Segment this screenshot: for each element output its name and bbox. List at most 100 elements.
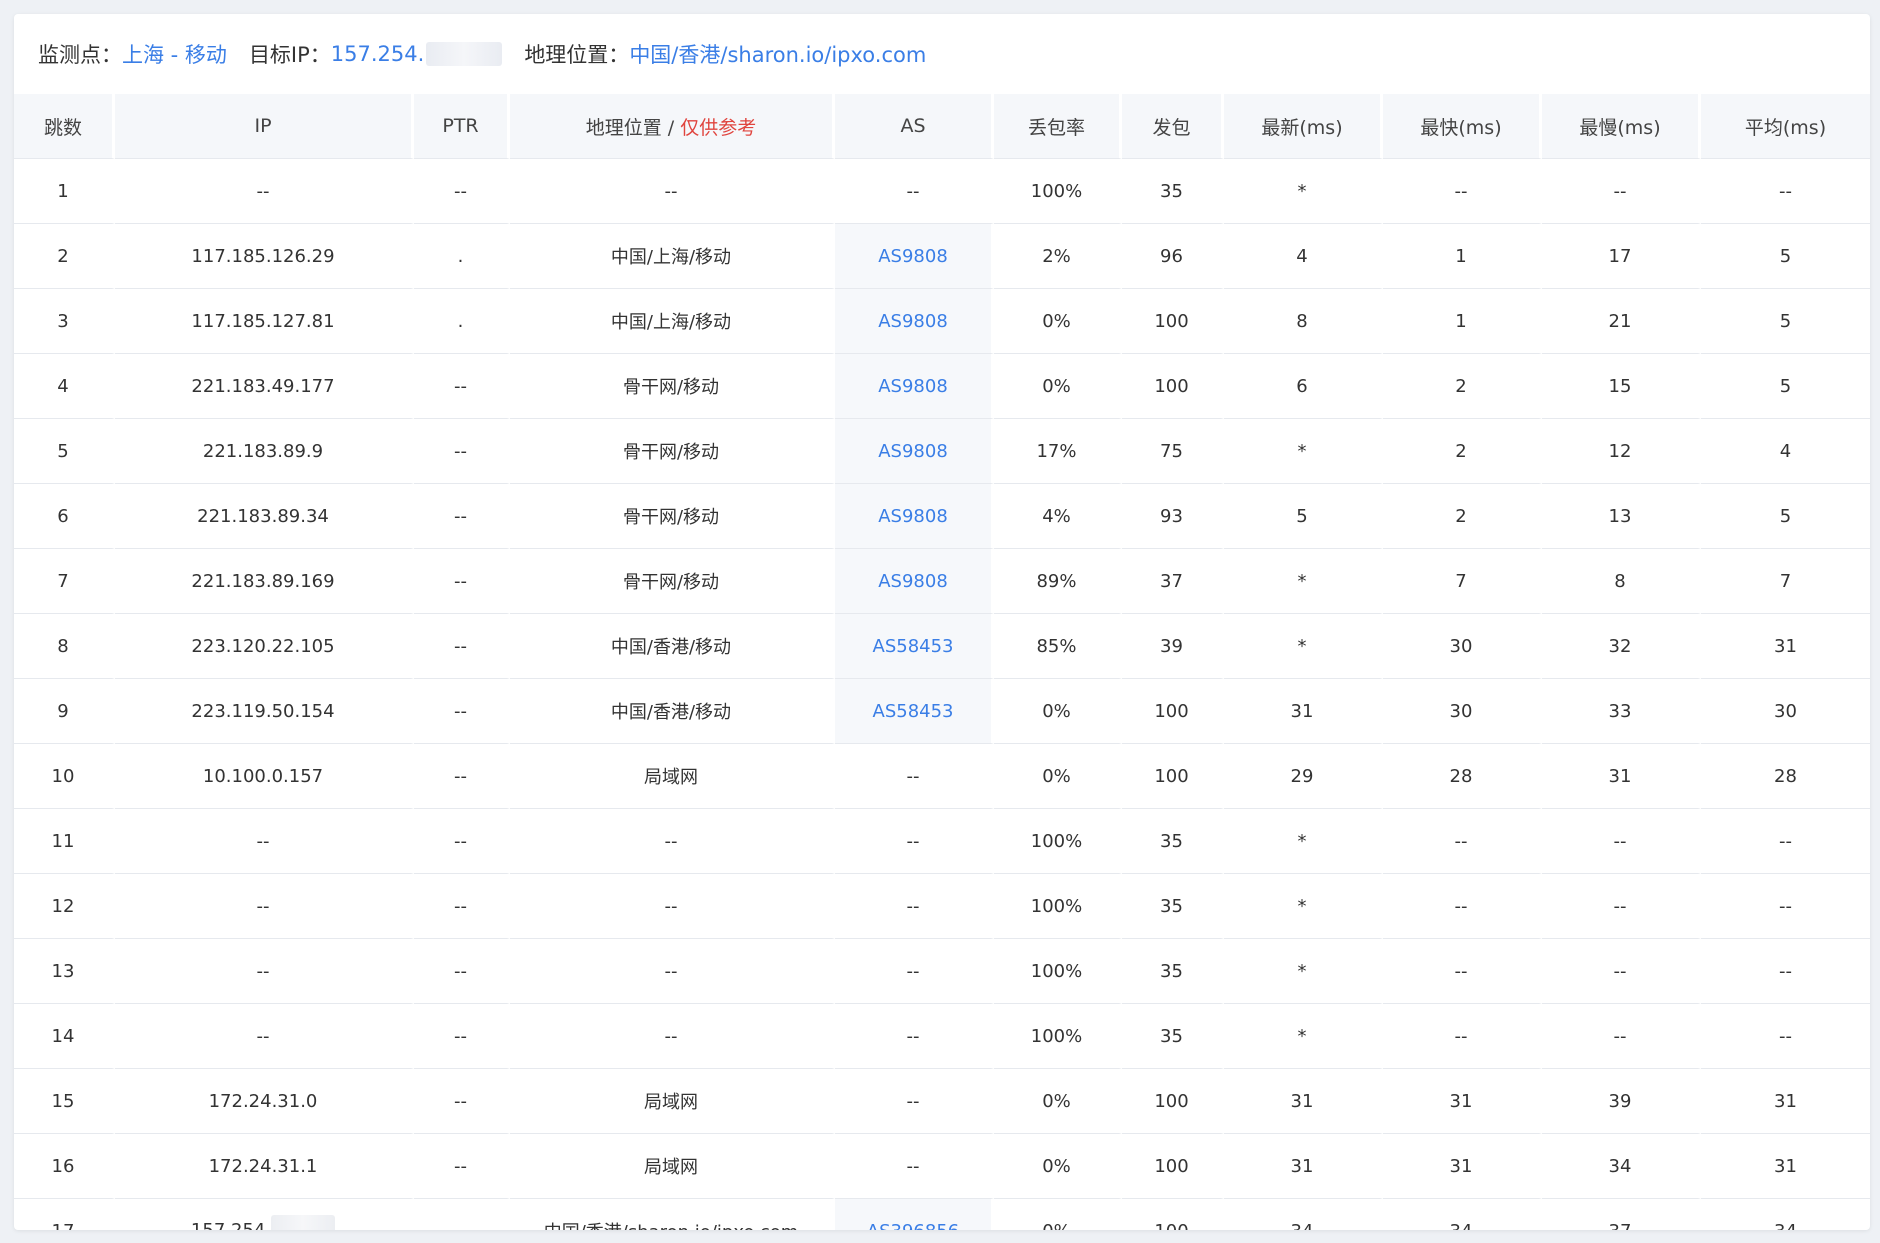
cell-as-text: --	[906, 830, 920, 852]
cell-geo-text: --	[664, 1025, 678, 1047]
cell-ptr: --	[414, 808, 510, 873]
cell-hop: 3	[14, 288, 115, 353]
cell-ptr-text: --	[454, 960, 467, 982]
col-sent: 发包	[1122, 94, 1224, 158]
cell-loss-text: 4%	[1042, 505, 1071, 527]
cell-ptr: --	[414, 1133, 510, 1198]
cell-as-text[interactable]: AS9808	[878, 441, 948, 462]
cell-loss: 17%	[994, 418, 1122, 483]
cell-ptr-text: .	[457, 310, 464, 332]
cell-as-text[interactable]: AS396856	[867, 1221, 959, 1231]
cell-as[interactable]: AS9808	[835, 353, 994, 418]
cell-avg: 31	[1701, 1068, 1870, 1133]
cell-ptr: --	[414, 873, 510, 938]
cell-hop: 7	[14, 548, 115, 613]
cell-avg: 28	[1701, 743, 1870, 808]
cell-ip: --	[115, 808, 414, 873]
cell-ptr: .	[414, 288, 510, 353]
cell-geo: --	[510, 808, 835, 873]
cell-avg-text: 5	[1779, 505, 1792, 527]
cell-geo-text: --	[664, 180, 678, 202]
cell-last-text: *	[1297, 180, 1307, 202]
cell-sent-text: 100	[1154, 1221, 1188, 1231]
cell-ptr-text: --	[454, 375, 467, 397]
cell-as[interactable]: AS9808	[835, 548, 994, 613]
cell-sent: 96	[1122, 223, 1224, 288]
geo-value-link[interactable]: 中国/香港/sharon.io/ipxo.com	[629, 39, 926, 69]
cell-as-text[interactable]: AS9808	[878, 506, 948, 527]
cell-worst-text: 13	[1608, 505, 1632, 527]
cell-avg: --	[1701, 938, 1870, 1003]
cell-ip: 221.183.89.34	[115, 483, 414, 548]
cell-hop-text: 10	[51, 765, 75, 787]
cell-geo: 中国/香港/移动	[510, 613, 835, 678]
cell-ip: 223.119.50.154	[115, 678, 414, 743]
redacted-ip-mask	[426, 42, 503, 66]
table-row: 13 -- -- -- -- 100% 35 * -- -- --	[14, 938, 1870, 1003]
cell-sent: 100	[1122, 678, 1224, 743]
cell-worst-text: 21	[1608, 310, 1632, 332]
cell-ptr-text: --	[454, 1090, 467, 1112]
cell-sent-text: 39	[1160, 635, 1183, 657]
cell-geo: 骨干网/移动	[510, 353, 835, 418]
cell-ip: 221.183.89.9	[115, 418, 414, 483]
col-geo-label: 地理位置 /	[585, 116, 681, 139]
cell-sent: 35	[1122, 938, 1224, 1003]
cell-hop-text: 9	[57, 700, 69, 722]
cell-geo-text: 骨干网/移动	[622, 442, 720, 463]
redacted-ip-mask	[271, 1215, 336, 1230]
cell-ip-text: 117.185.127.81	[191, 310, 335, 332]
cell-as-text[interactable]: AS9808	[878, 246, 948, 267]
cell-as-text[interactable]: AS9808	[878, 311, 948, 332]
table-row: 12 -- -- -- -- 100% 35 * -- -- --	[14, 873, 1870, 938]
cell-avg-text: --	[1779, 1025, 1792, 1047]
monitor-value-link[interactable]: 上海 - 移动	[122, 39, 227, 69]
cell-as-text[interactable]: AS58453	[873, 701, 954, 722]
cell-geo-text: --	[664, 960, 678, 982]
cell-as[interactable]: AS9808	[835, 418, 994, 483]
cell-avg: 30	[1701, 678, 1870, 743]
cell-loss: 85%	[994, 613, 1122, 678]
cell-best-text: 31	[1449, 1090, 1473, 1112]
cell-hop-text: 7	[57, 570, 69, 592]
cell-avg-text: 31	[1774, 1090, 1797, 1112]
cell-ip-text: 157.254.	[191, 1220, 271, 1230]
cell-worst-text: --	[1613, 830, 1627, 852]
cell-last: 34	[1224, 1198, 1383, 1230]
cell-ip-text: 223.119.50.154	[191, 700, 335, 722]
cell-geo: 骨干网/移动	[510, 483, 835, 548]
cell-loss: 0%	[994, 743, 1122, 808]
cell-as-text[interactable]: AS9808	[878, 571, 948, 592]
cell-hop: 12	[14, 873, 115, 938]
cell-loss: 100%	[994, 158, 1122, 223]
cell-as[interactable]: AS9808	[835, 288, 994, 353]
cell-as: --	[835, 873, 994, 938]
cell-best: --	[1383, 1003, 1542, 1068]
cell-ip-text: --	[256, 895, 270, 917]
col-best: 最快(ms)	[1383, 94, 1542, 158]
cell-as[interactable]: AS58453	[835, 613, 994, 678]
summary-header: 监测点： 上海 - 移动 目标IP： 157.254. 地理位置： 中国/香港/…	[14, 14, 1870, 94]
cell-as-text[interactable]: AS9808	[878, 376, 948, 397]
cell-last: 31	[1224, 1133, 1383, 1198]
cell-loss-text: 89%	[1036, 570, 1077, 592]
cell-as-text[interactable]: AS58453	[873, 636, 954, 657]
cell-best-text: 7	[1455, 570, 1467, 592]
cell-avg-text: 31	[1774, 635, 1797, 657]
cell-loss: 0%	[994, 1198, 1122, 1230]
cell-best: 28	[1383, 743, 1542, 808]
cell-as[interactable]: AS9808	[835, 483, 994, 548]
cell-ptr: .	[414, 223, 510, 288]
cell-ptr: --	[414, 548, 510, 613]
cell-worst: --	[1542, 873, 1701, 938]
cell-sent-text: 93	[1160, 505, 1183, 527]
cell-loss-text: 0%	[1042, 310, 1071, 332]
cell-geo: 局域网	[510, 743, 835, 808]
cell-hop-text: 11	[51, 830, 75, 852]
cell-sent: 35	[1122, 873, 1224, 938]
cell-sent-text: 100	[1154, 1155, 1189, 1177]
cell-sent-text: 75	[1160, 440, 1183, 462]
cell-as[interactable]: AS9808	[835, 223, 994, 288]
cell-as[interactable]: AS58453	[835, 678, 994, 743]
cell-as[interactable]: AS396856	[835, 1198, 994, 1230]
